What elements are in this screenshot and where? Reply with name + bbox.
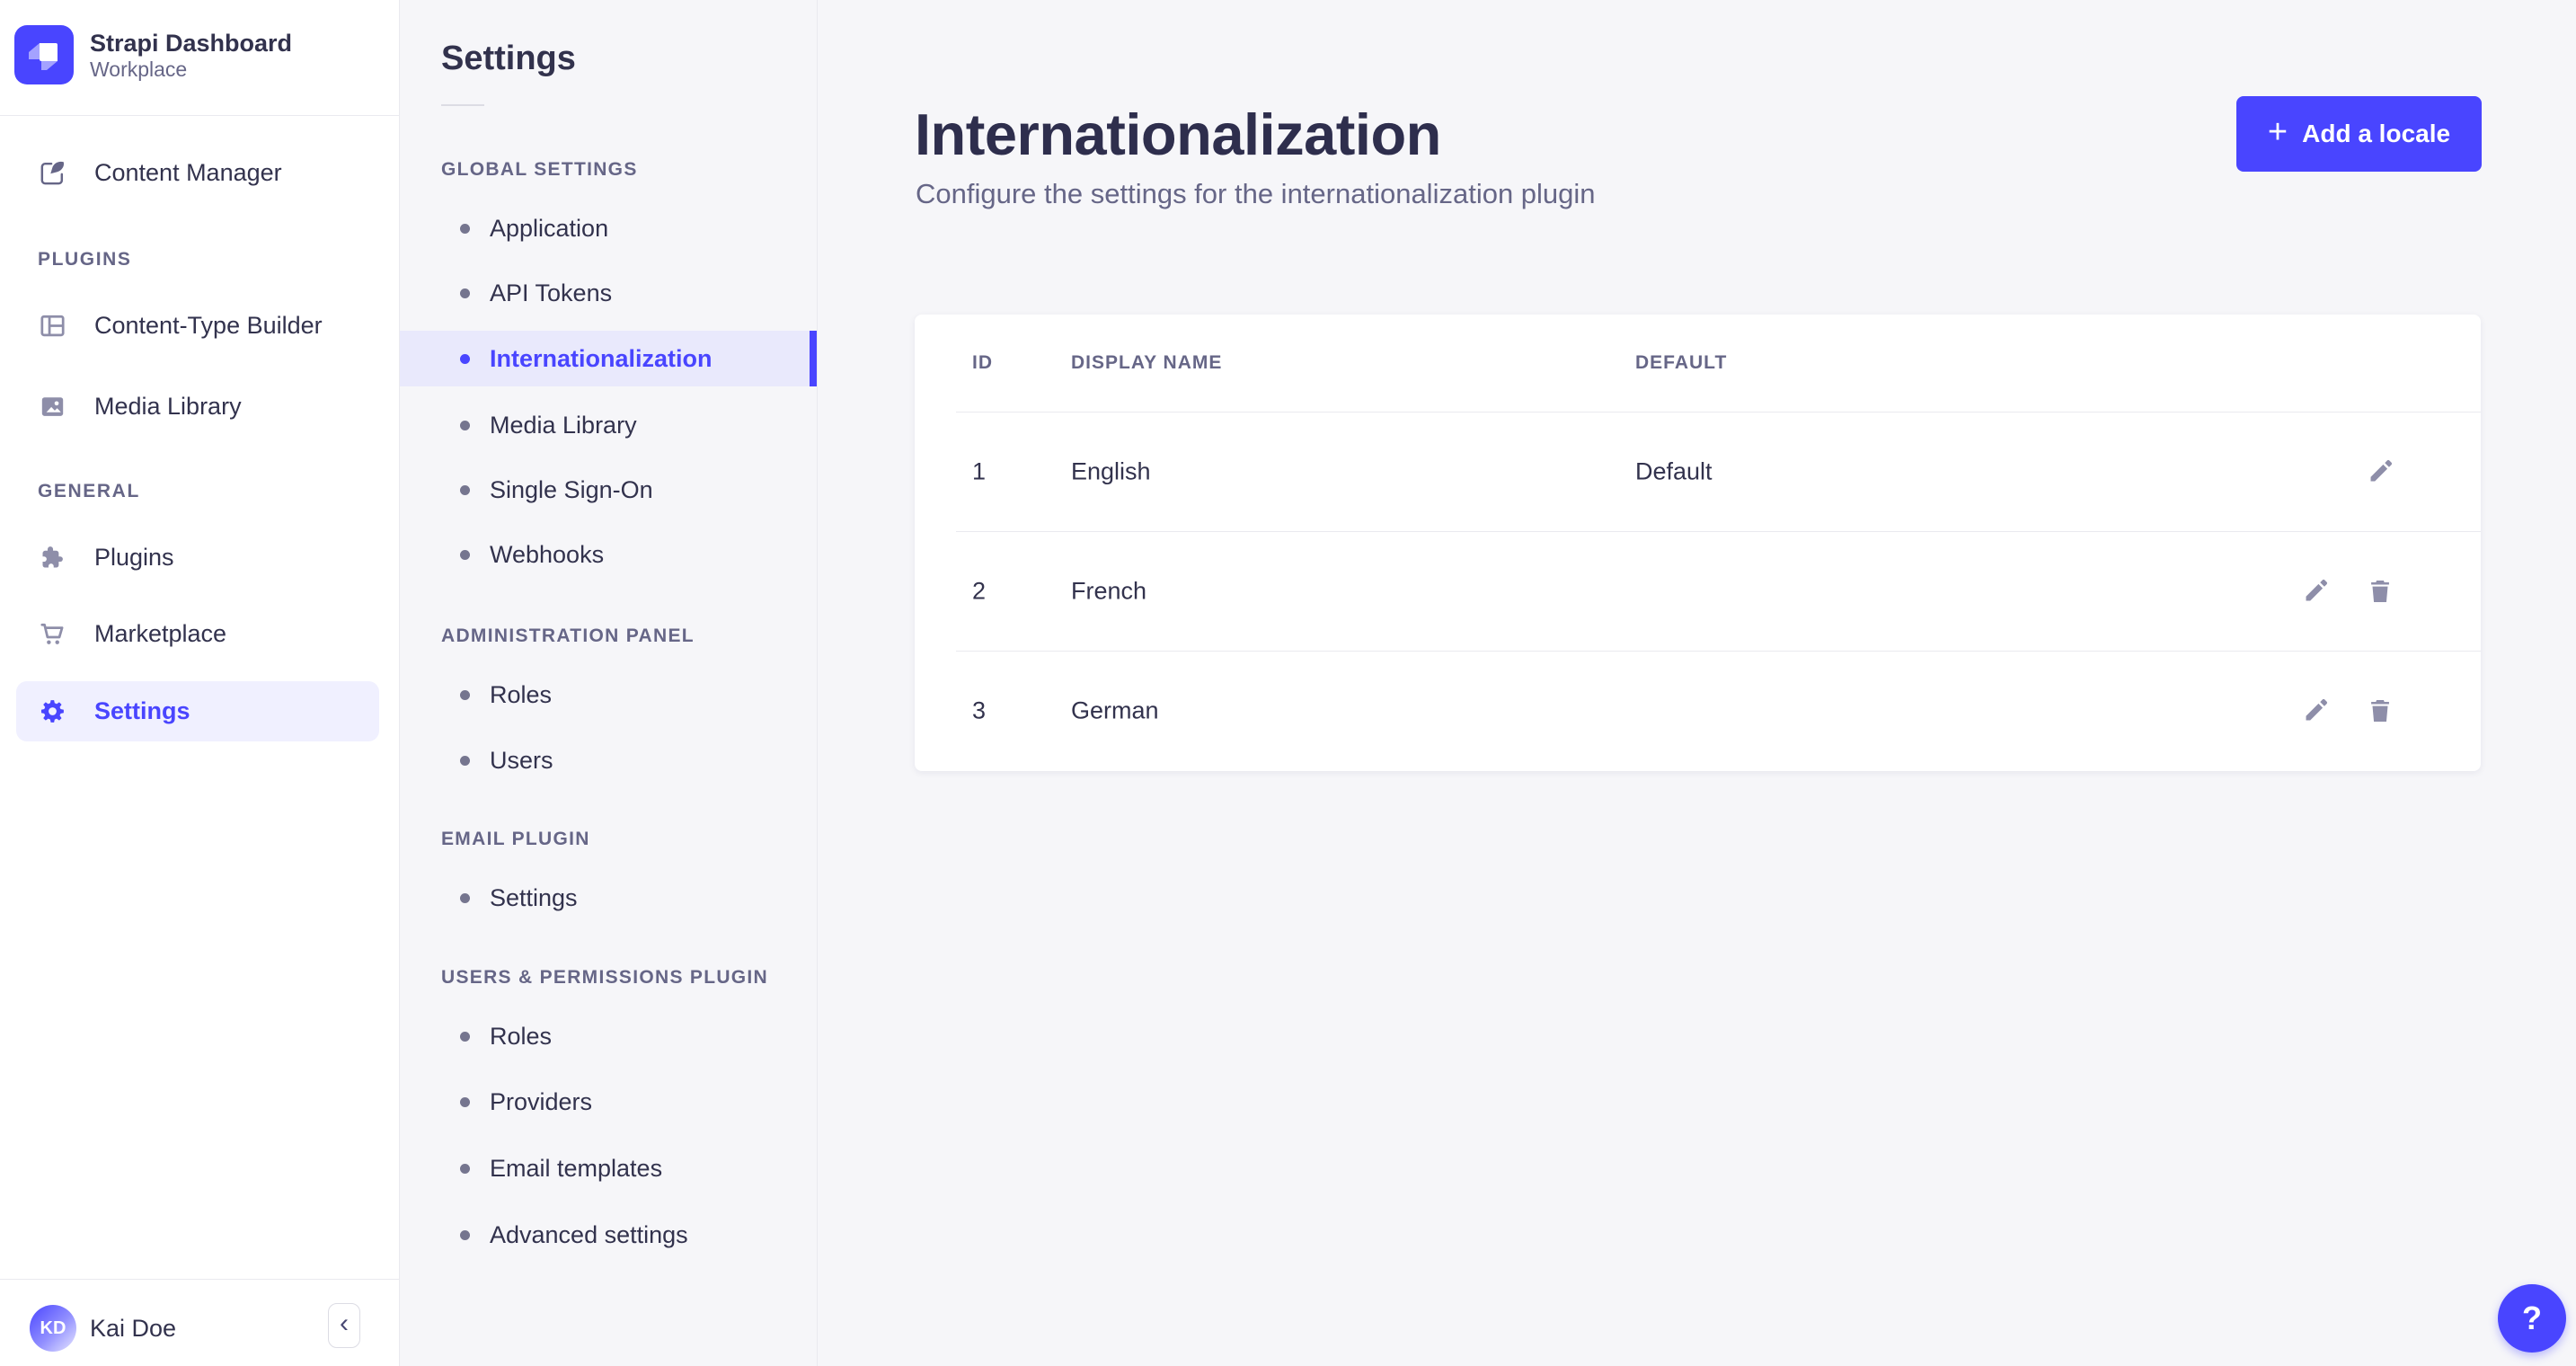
sidebar-item-label: Content-Type Builder: [94, 311, 323, 339]
sidebar-item-content-type-builder[interactable]: Content-Type Builder: [0, 293, 400, 358]
row-separator: [956, 531, 2481, 532]
workspace-switcher[interactable]: Strapi Dashboard Workplace: [0, 0, 400, 115]
column-header-id: ID: [972, 352, 993, 373]
table-row: 1 English Default: [915, 412, 2481, 531]
content-manager-icon: [40, 161, 65, 184]
pencil-icon: [2306, 698, 2327, 720]
subnav-item-up-email-templates[interactable]: Email templates: [400, 1140, 817, 1197]
plus-icon: +: [2267, 113, 2288, 151]
workspace-name: Workplace: [90, 58, 188, 81]
cell-id: 3: [972, 696, 987, 723]
trash-icon: [2371, 580, 2389, 602]
help-button[interactable]: ?: [2498, 1284, 2566, 1353]
table-row: 3 German: [915, 651, 2481, 770]
strapi-logo-icon: [14, 25, 74, 84]
sidebar-item-media-library[interactable]: Media Library: [0, 374, 400, 439]
marketplace-icon: [40, 623, 64, 644]
bullet-icon: [460, 223, 470, 234]
sidebar-item-marketplace[interactable]: Marketplace: [0, 601, 400, 666]
add-locale-button[interactable]: + Add a locale: [2236, 96, 2482, 172]
chevron-left-icon: ‹: [340, 1308, 349, 1338]
sidebar-item-settings[interactable]: Settings: [16, 681, 379, 741]
sidebar-section-general: GENERAL: [38, 481, 140, 501]
cell-display-name: French: [1071, 577, 1147, 604]
cell-id: 2: [972, 577, 987, 604]
sidebar-item-label: Settings: [94, 697, 190, 724]
sidebar-section-plugins: PLUGINS: [38, 249, 132, 270]
subnav-item-api-tokens[interactable]: API Tokens: [400, 264, 817, 322]
subnav-item-admin-users[interactable]: Users: [400, 732, 817, 789]
sidebar-divider: [0, 115, 400, 116]
bullet-icon: [460, 1096, 470, 1107]
sidebar-item-content-manager[interactable]: Content Manager: [0, 140, 400, 205]
media-library-icon: [41, 396, 64, 416]
strapi-dashboard: Strapi Dashboard Workplace Content Manag…: [0, 0, 2576, 1366]
edit-locale-button[interactable]: [2296, 572, 2335, 611]
table-row: 2 French: [915, 531, 2481, 651]
app-title: Strapi Dashboard: [90, 30, 293, 57]
subnav-item-application[interactable]: Application: [400, 200, 817, 257]
edit-locale-button[interactable]: [2296, 691, 2335, 731]
pencil-icon: [2370, 459, 2392, 481]
subnav-item-email-settings[interactable]: Settings: [400, 869, 817, 927]
cell-id: 1: [972, 457, 987, 484]
subnav-item-internationalization[interactable]: Internationalization: [400, 331, 817, 386]
subnav-section-global-settings: GLOBAL SETTINGS: [441, 159, 638, 180]
subnav-item-webhooks[interactable]: Webhooks: [400, 526, 817, 583]
subnav-item-up-providers[interactable]: Providers: [400, 1073, 817, 1131]
bullet-icon: [460, 892, 470, 903]
pencil-icon: [2306, 579, 2327, 600]
cell-default: Default: [1635, 457, 1713, 484]
bullet-icon: [460, 549, 470, 560]
trash-icon: [2371, 699, 2389, 722]
user-avatar[interactable]: KD: [30, 1305, 76, 1352]
bullet-icon: [460, 420, 470, 430]
active-indicator-bar: [810, 331, 817, 386]
content-type-builder-icon: [40, 315, 65, 336]
cell-display-name: German: [1071, 696, 1159, 723]
subnav-section-email-plugin: EMAIL PLUGIN: [441, 829, 590, 849]
bullet-icon: [460, 1031, 470, 1042]
sidebar-item-label: Media Library: [94, 392, 242, 420]
delete-locale-button[interactable]: [2360, 572, 2400, 611]
plugins-icon: [42, 546, 63, 567]
subnav-item-media-library[interactable]: Media Library: [400, 396, 817, 454]
edit-locale-button[interactable]: [2360, 452, 2400, 492]
table-header-row: ID DISPLAY NAME DEFAULT: [915, 315, 2481, 412]
subnav-section-users-permissions: USERS & PERMISSIONS PLUGIN: [441, 967, 769, 988]
bullet-icon: [460, 353, 470, 364]
bullet-icon: [460, 1163, 470, 1174]
bullet-icon: [460, 484, 470, 495]
sidebar-item-label: Content Manager: [94, 158, 282, 186]
bullet-icon: [460, 689, 470, 700]
settings-subnav: Settings GLOBAL SETTINGS Application API…: [400, 0, 818, 1366]
sidebar-item-plugins[interactable]: Plugins: [0, 525, 400, 590]
subnav-item-up-advanced-settings[interactable]: Advanced settings: [400, 1206, 817, 1264]
subnav-item-up-roles[interactable]: Roles: [400, 1007, 817, 1065]
sidebar-footer-divider: [0, 1279, 400, 1280]
sidebar-item-label: Plugins: [94, 543, 174, 571]
user-name: Kai Doe: [90, 1315, 177, 1342]
bullet-icon: [460, 1229, 470, 1240]
column-header-default: DEFAULT: [1635, 352, 1728, 373]
row-separator: [956, 651, 2481, 652]
settings-subnav-title: Settings: [441, 40, 576, 77]
subnav-section-administration-panel: ADMINISTRATION PANEL: [441, 625, 695, 646]
bullet-icon: [460, 755, 470, 766]
question-mark-icon: ?: [2522, 1299, 2542, 1336]
locales-table: ID DISPLAY NAME DEFAULT 1 English Defaul…: [915, 315, 2481, 771]
page-title: Internationalization: [915, 102, 1441, 167]
bullet-icon: [460, 288, 470, 298]
sidebar-item-label: Marketplace: [94, 619, 227, 647]
main-sidebar: Strapi Dashboard Workplace Content Manag…: [0, 0, 400, 1366]
subnav-item-single-sign-on[interactable]: Single Sign-On: [400, 461, 817, 519]
cell-display-name: English: [1071, 457, 1151, 484]
column-header-display-name: DISPLAY NAME: [1071, 352, 1223, 373]
page-subtitle: Configure the settings for the internati…: [916, 178, 1596, 209]
collapse-sidebar-button[interactable]: ‹: [328, 1303, 360, 1348]
delete-locale-button[interactable]: [2360, 691, 2400, 731]
subnav-item-admin-roles[interactable]: Roles: [400, 666, 817, 723]
settings-gear-icon: [40, 700, 64, 723]
settings-title-divider: [441, 104, 484, 106]
